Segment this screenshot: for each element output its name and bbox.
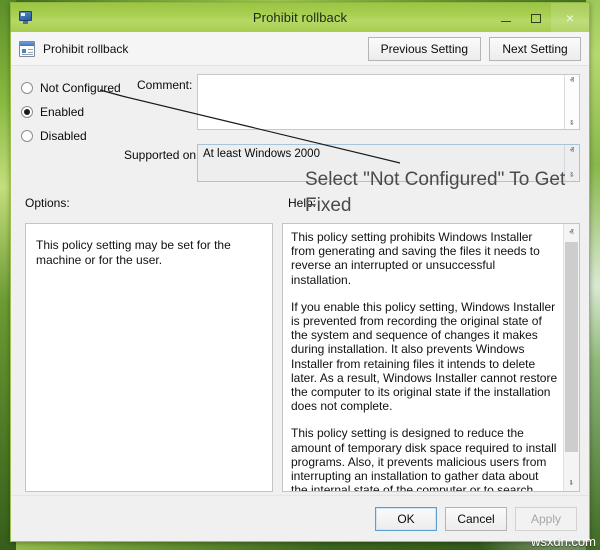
title-bar: Prohibit rollback × (10, 2, 590, 33)
scrollbar-thumb[interactable] (565, 242, 578, 452)
comment-input[interactable]: ⱏ ⱛ (197, 74, 580, 130)
policy-setting-icon (19, 40, 35, 57)
supported-on-scrollbar[interactable]: ⱏ ⱛ (564, 145, 579, 181)
scroll-up-icon[interactable]: ⱏ (570, 76, 574, 85)
help-scrollbar[interactable]: ⱏ ⱛ (563, 224, 579, 491)
cancel-button[interactable]: Cancel (445, 506, 507, 531)
supported-on-label: Supported on: (124, 148, 200, 162)
scroll-down-icon[interactable]: ⱛ (564, 476, 579, 490)
help-panel: This policy setting prohibits Windows In… (282, 223, 580, 492)
comment-label: Comment: (137, 78, 193, 92)
ok-button[interactable]: OK (375, 506, 437, 531)
window-controls: × (491, 3, 589, 33)
maximize-button[interactable] (521, 3, 551, 33)
supported-on-field: At least Windows 2000 ⱏ ⱛ (197, 144, 580, 182)
radio-label-not-configured: Not Configured (40, 81, 121, 95)
radio-indicator-enabled[interactable] (21, 106, 33, 118)
watermark: wsxdn.com (530, 534, 596, 549)
dialog-client-area: Prohibit rollback Previous Setting Next … (10, 32, 590, 542)
help-paragraph: This policy setting is designed to reduc… (291, 426, 557, 492)
minimize-button[interactable] (491, 3, 521, 33)
radio-indicator-not-configured[interactable] (21, 82, 33, 94)
scroll-up-icon[interactable]: ⱏ (564, 225, 579, 239)
radio-disabled[interactable]: Disabled (21, 124, 121, 148)
policy-name: Prohibit rollback (43, 41, 129, 56)
scroll-down-icon[interactable]: ⱛ (570, 119, 574, 128)
radio-label-disabled: Disabled (40, 129, 87, 143)
scroll-down-icon[interactable]: ⱛ (570, 171, 574, 180)
radio-not-configured[interactable]: Not Configured (21, 76, 121, 100)
comment-scrollbar[interactable]: ⱏ ⱛ (564, 75, 579, 129)
close-icon[interactable]: × (551, 3, 589, 33)
scroll-up-icon[interactable]: ⱏ (570, 146, 574, 155)
dialog-header: Prohibit rollback Previous Setting Next … (11, 32, 589, 66)
radio-label-enabled: Enabled (40, 105, 85, 119)
apply-button: Apply (515, 506, 577, 531)
help-paragraph: If you enable this policy setting, Windo… (291, 299, 558, 414)
state-radio-group: Not Configured Enabled Disabled (21, 76, 121, 148)
radio-enabled[interactable]: Enabled (21, 100, 121, 124)
setting-nav-buttons: Previous Setting Next Setting (367, 36, 581, 61)
next-setting-button[interactable]: Next Setting (489, 36, 581, 61)
help-text: This policy setting prohibits Windows In… (283, 224, 566, 492)
computer-monitor-icon (17, 9, 35, 27)
radio-indicator-disabled[interactable] (21, 130, 33, 142)
supported-on-value: At least Windows 2000 (203, 148, 320, 160)
options-text: This policy setting may be set for the m… (36, 238, 231, 267)
help-paragraph: This policy setting prohibits Windows In… (291, 230, 540, 287)
options-label: Options: (25, 196, 70, 210)
options-panel: This policy setting may be set for the m… (25, 223, 273, 492)
help-label: Help: (288, 196, 317, 210)
policy-setting-dialog: Prohibit rollback × Prohibit rollback Pr… (10, 2, 590, 542)
previous-setting-button[interactable]: Previous Setting (367, 36, 481, 61)
dialog-footer: OK Cancel Apply (11, 495, 589, 541)
